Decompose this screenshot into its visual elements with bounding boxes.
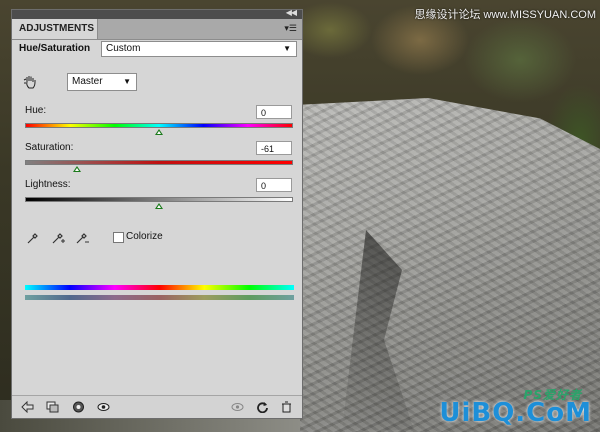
- saturation-slider[interactable]: [25, 160, 293, 165]
- panel-title-bar[interactable]: ◀◀: [12, 8, 302, 19]
- preset-dropdown[interactable]: Custom ▼: [101, 41, 297, 57]
- spectrum-bar-input: [25, 285, 294, 290]
- tab-adjustments[interactable]: ADJUSTMENTS: [12, 19, 98, 39]
- hue-slider[interactable]: [25, 123, 293, 128]
- watermark-ps-text: PS爱好者: [523, 388, 582, 402]
- colorize-label: Colorize: [126, 231, 163, 242]
- hue-slider-thumb[interactable]: [155, 129, 163, 135]
- lightness-label: Lightness:: [25, 179, 71, 190]
- adjustments-panel: ◀◀ ADJUSTMENTS ▾☰ Hue/Saturation Custom …: [11, 8, 303, 419]
- back-arrow-icon[interactable]: [21, 401, 34, 413]
- saturation-slider-thumb[interactable]: [73, 166, 82, 172]
- clip-to-layer-icon[interactable]: [46, 401, 59, 413]
- watermark-bottom: PS爱好者 UiBQ.CoM: [439, 388, 592, 428]
- panel-footer: [12, 395, 302, 418]
- watermark-top: 思缘设计论坛 www.MISSYUAN.COM: [414, 9, 596, 21]
- lightness-slider-thumb[interactable]: [155, 203, 163, 209]
- chevron-down-icon: ▼: [283, 44, 291, 53]
- eyedropper-subtract-icon[interactable]: [75, 231, 89, 245]
- eye-icon[interactable]: [97, 401, 110, 413]
- channel-value: Master: [72, 76, 103, 87]
- eyedropper-add-icon[interactable]: [51, 231, 65, 245]
- spectrum-bar-output: [25, 295, 294, 300]
- collapse-icon[interactable]: ◀◀: [286, 8, 297, 17]
- hue-input[interactable]: 0: [256, 105, 292, 119]
- channel-dropdown[interactable]: Master ▼: [67, 73, 137, 91]
- colorize-checkbox[interactable]: [113, 232, 124, 243]
- adjustment-title: Hue/Saturation: [19, 43, 91, 54]
- saturation-input[interactable]: -61: [256, 141, 292, 155]
- preset-value: Custom: [106, 43, 141, 54]
- preset-row: Hue/Saturation Custom ▼: [12, 40, 302, 64]
- layer-visibility-mask-icon[interactable]: [72, 401, 85, 413]
- view-previous-state-icon[interactable]: [231, 401, 244, 413]
- targeted-adjustment-hand-icon[interactable]: [23, 74, 39, 90]
- eyedropper-icon[interactable]: [26, 231, 40, 245]
- reset-icon[interactable]: [256, 401, 269, 413]
- lightness-input[interactable]: 0: [256, 178, 292, 192]
- rock-face: [300, 98, 600, 432]
- panel-tab-row: ADJUSTMENTS ▾☰: [12, 19, 302, 40]
- trash-icon[interactable]: [280, 401, 293, 413]
- chevron-down-icon: ▼: [123, 77, 131, 86]
- saturation-label: Saturation:: [25, 142, 74, 153]
- panel-menu-icon[interactable]: ▾☰: [284, 23, 297, 34]
- lightness-slider[interactable]: [25, 197, 293, 202]
- hue-label: Hue:: [25, 105, 47, 116]
